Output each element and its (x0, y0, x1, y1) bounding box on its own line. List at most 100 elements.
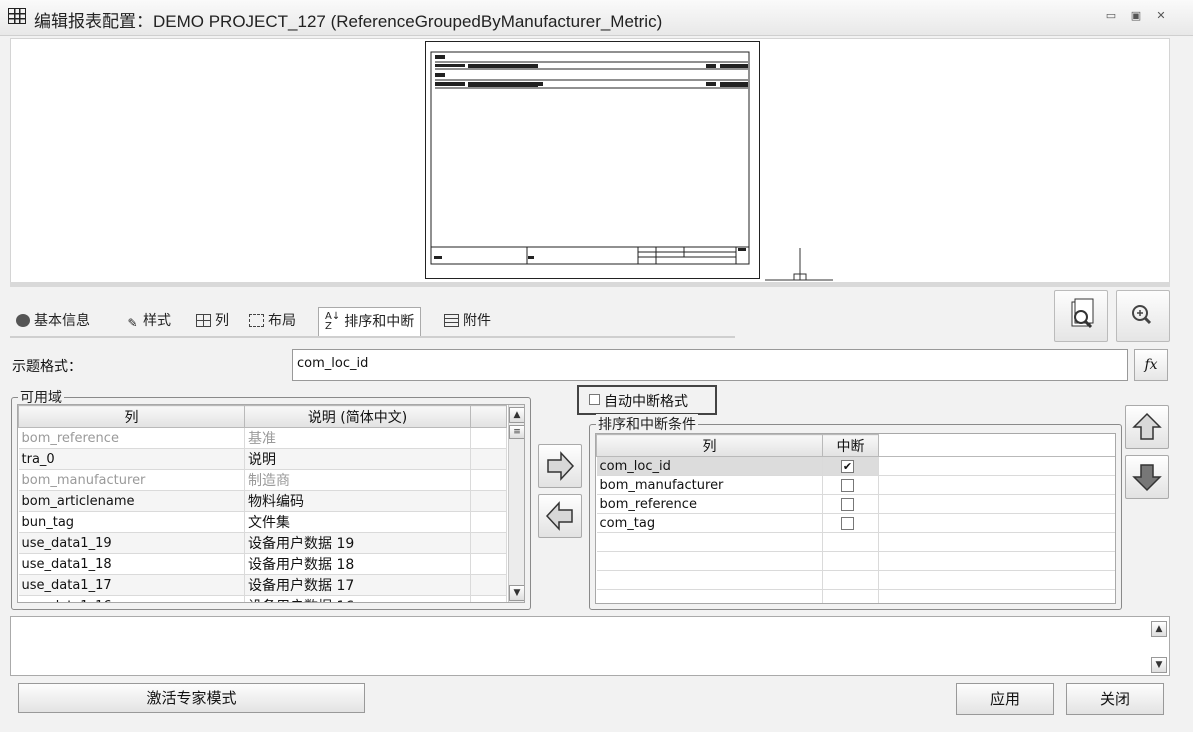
table-icon (196, 314, 211, 327)
sort-blank-cell (878, 494, 1115, 514)
table-row[interactable]: bom_reference 基准 (18, 427, 507, 449)
table-row[interactable]: bom_manufacturer 制造商 (18, 469, 507, 491)
info-icon (16, 314, 30, 327)
field-column-cell: bom_manufacturer (18, 469, 245, 491)
title-format-input[interactable]: com_loc_id (292, 349, 1128, 381)
sort-column-cell (596, 570, 823, 590)
field-column-cell: use_data1_17 (18, 574, 245, 596)
break-cell (822, 532, 879, 552)
table-row[interactable]: com_tag (596, 513, 1115, 533)
close-button[interactable]: 关闭 (1066, 683, 1164, 715)
zoom-button[interactable] (1116, 290, 1170, 342)
sort-column-cell (596, 551, 823, 571)
table-row[interactable] (596, 570, 1115, 590)
page-preview-button[interactable] (1054, 290, 1108, 342)
field-blank-cell (470, 511, 507, 533)
expert-mode-button[interactable]: 激活专家模式 (18, 683, 365, 713)
break-checkbox[interactable] (841, 516, 854, 530)
report-table-icon (8, 8, 26, 24)
scroll-up-arrow-icon[interactable]: ▲ (509, 407, 524, 423)
window-title: 编辑报表配置：DEMO PROJECT_127 (ReferenceGroupe… (34, 12, 663, 31)
checkmark-icon: ✔ (842, 459, 853, 473)
scroll-thumb[interactable]: ≡ (509, 425, 524, 439)
move-up-button[interactable] (1125, 405, 1169, 449)
apply-button[interactable]: 应用 (956, 683, 1054, 715)
maximize-button[interactable]: ▣ (1129, 10, 1143, 22)
field-column-cell: bom_articlename (18, 490, 245, 512)
tab-layout[interactable]: 布局 (249, 307, 296, 337)
tab-attachments[interactable]: 附件 (444, 307, 491, 337)
column-header-description[interactable]: 说明 (简体中文) (244, 405, 471, 428)
field-description-cell: 设备用户数据 19 (244, 532, 471, 554)
table-row[interactable]: bom_manufacturer (596, 475, 1115, 495)
table-row[interactable]: tra_0 说明 (18, 448, 507, 470)
preview-divider (10, 282, 1170, 287)
sort-blank-header (878, 434, 1115, 457)
break-cell (822, 475, 879, 495)
tab-style[interactable]: ✎ 样式 (126, 307, 171, 337)
layout-icon (249, 314, 264, 327)
break-checkbox[interactable] (841, 478, 854, 492)
message-scroll-down-icon[interactable]: ▼ (1151, 657, 1167, 673)
sort-column-cell: bom_manufacturer (596, 475, 823, 495)
formula-button[interactable]: fx (1134, 349, 1168, 381)
add-to-sort-button[interactable] (538, 444, 582, 488)
sort-column-cell: bom_reference (596, 494, 823, 514)
break-checkbox-checked[interactable]: ✔ (841, 459, 854, 473)
field-description-cell: 设备用户数据 16 (244, 595, 471, 602)
sort-break-body: com_loc_id ✔ bom_manufacturer bom_reference… (596, 456, 1115, 603)
close-window-button[interactable]: ✕ (1154, 10, 1168, 22)
tab-underline (10, 336, 735, 338)
minimize-button[interactable]: ▭ (1104, 10, 1118, 22)
auto-break-checkbox[interactable] (589, 394, 600, 405)
tab-columns[interactable]: 列 (196, 307, 229, 337)
field-blank-cell (470, 574, 507, 596)
preview-sheet-drawing (430, 51, 750, 265)
field-description-cell: 物料编码 (244, 490, 471, 512)
field-column-cell: use_data1_16 (18, 595, 245, 602)
table-row[interactable] (596, 532, 1115, 552)
table-row[interactable]: use_data1_19 设备用户数据 19 (18, 532, 507, 554)
available-fields-scrollbar[interactable]: ▲ ≡ ▼ (508, 405, 524, 602)
sort-column-cell: com_tag (596, 513, 823, 533)
arrow-up-icon (1132, 412, 1162, 440)
column-header-name[interactable]: 列 (18, 405, 245, 428)
arrow-right-icon (547, 451, 575, 481)
message-scroll-up-icon[interactable]: ▲ (1151, 621, 1167, 637)
field-description-cell: 基准 (244, 427, 471, 449)
table-row[interactable]: use_data1_16设备用户数据 16 (18, 595, 507, 602)
table-row[interactable]: bom_reference (596, 494, 1115, 514)
table-row[interactable]: use_data1_18 设备用户数据 18 (18, 553, 507, 575)
break-cell (822, 570, 879, 590)
break-checkbox[interactable] (841, 497, 854, 511)
field-description-cell: 说明 (244, 448, 471, 470)
sort-blank-cell (878, 589, 1115, 603)
table-row[interactable]: com_loc_id ✔ (596, 456, 1115, 476)
move-down-button[interactable] (1125, 455, 1169, 499)
sort-column-header[interactable]: 列 (596, 434, 823, 457)
table-row[interactable]: bom_articlename 物料编码 (18, 490, 507, 512)
brush-icon: ✎ (127, 316, 138, 330)
available-fields-table-wrap: 列 说明 (简体中文) bom_reference 基准 tra_0 说明 bom_ma… (17, 404, 525, 603)
preview-origin-marker (765, 248, 833, 281)
sort-blank-cell (878, 532, 1115, 552)
table-row[interactable]: bun_tag 文件集 (18, 511, 507, 533)
field-column-cell: tra_0 (18, 448, 245, 470)
table-row[interactable] (596, 551, 1115, 571)
sort-break-table: 列 中断 com_loc_id ✔ bom_manufacturer bom_refe… (596, 434, 1115, 603)
zoom-in-icon (1132, 305, 1152, 325)
field-blank-cell (470, 427, 507, 449)
scroll-down-arrow-icon[interactable]: ▼ (509, 585, 524, 601)
arrow-left-icon (545, 501, 573, 531)
remove-from-sort-button[interactable] (538, 494, 582, 538)
tab-sort-break[interactable]: A↓ Z 排序和中断 (318, 307, 422, 337)
sort-az-icon: A↓ Z (325, 311, 341, 332)
table-row[interactable]: use_data1_17 设备用户数据 17 (18, 574, 507, 596)
tab-basic-info[interactable]: 基本信息 (16, 307, 90, 337)
break-column-header[interactable]: 中断 (822, 434, 879, 457)
field-blank-cell (470, 448, 507, 470)
message-area[interactable]: ▲ ▼ (10, 616, 1170, 676)
title-format-label: 示题格式： (12, 359, 82, 375)
field-column-cell: use_data1_19 (18, 532, 245, 554)
table-row[interactable] (596, 589, 1115, 603)
